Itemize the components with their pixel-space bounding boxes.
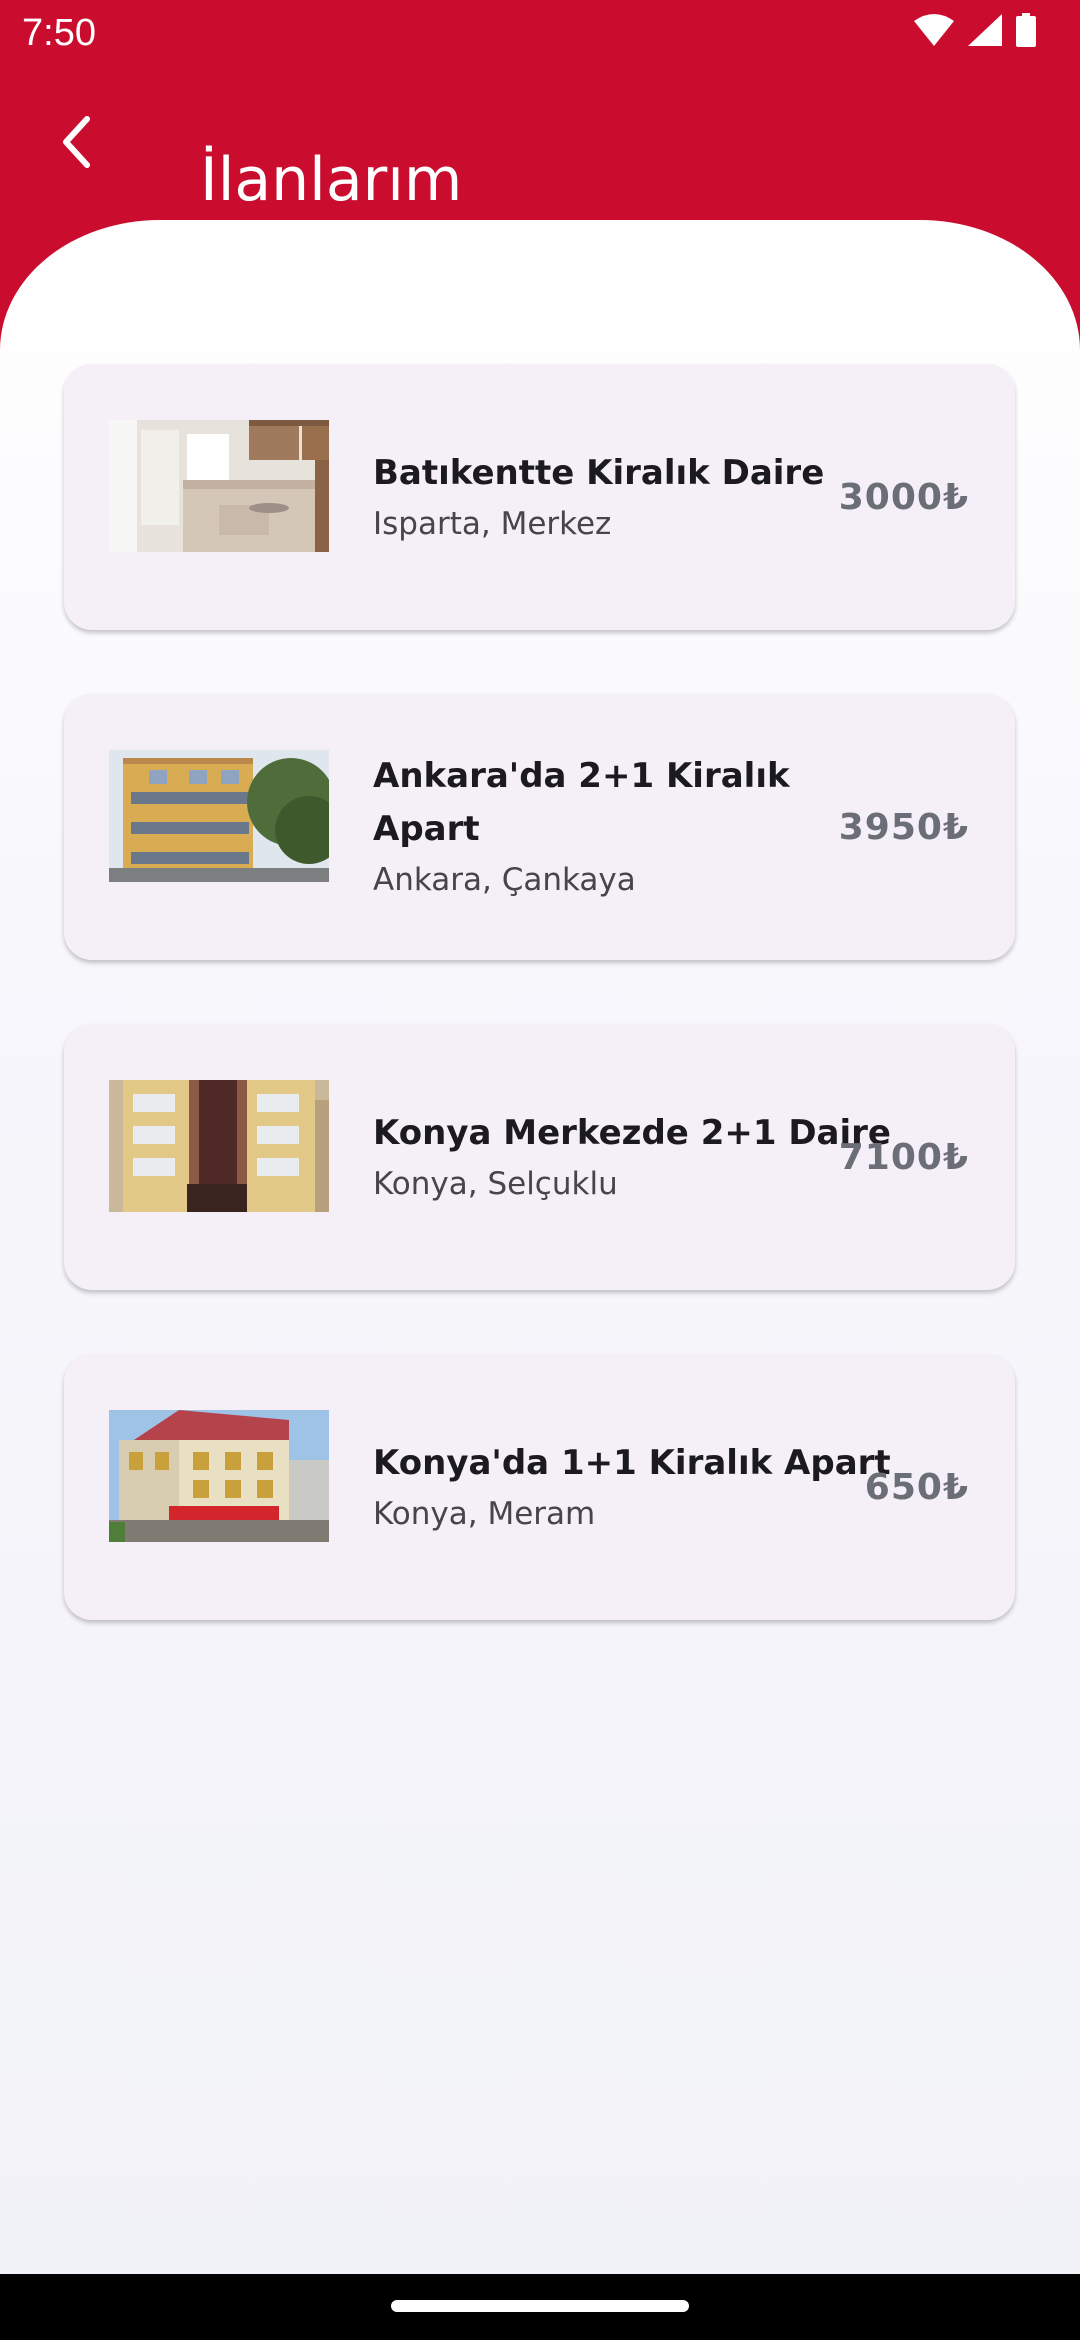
listing-photo — [109, 1410, 329, 1542]
signal-icon — [968, 14, 1002, 50]
back-arrow-icon — [63, 116, 90, 168]
page-title: İlanlarım — [200, 145, 463, 216]
system-nav-bar — [0, 2274, 1080, 2340]
listing-title: Batıkentte Kiralık Daire — [373, 452, 825, 493]
listing-info: Batıkentte Kiralık Daire Isparta, Merkez — [373, 364, 893, 630]
status-icons — [900, 13, 1036, 51]
listing-title: Konya Merkezde 2+1 Daire — [373, 1112, 891, 1153]
wifi-icon — [914, 14, 954, 50]
listing-price: 3950₺ — [838, 806, 969, 848]
listing-price: 7100₺ — [838, 1136, 969, 1178]
listing-photo — [109, 420, 329, 552]
app-bar: İlanlarım — [0, 66, 1080, 216]
listing-card[interactable]: Konya'da 1+1 Kiralık Apart Konya, Meram … — [64, 1354, 1015, 1620]
listing-title: Konya'da 1+1 Kiralık Apart — [373, 1442, 891, 1483]
listing-title: Ankara'da 2+1 Kiralık Apart — [373, 756, 790, 849]
listing-info: Ankara'da 2+1 Kiralık Apart Ankara, Çank… — [373, 694, 893, 960]
battery-icon — [1016, 13, 1036, 51]
status-bar: 7:50 — [0, 0, 1080, 66]
listing-list: Batıkentte Kiralık Daire Isparta, Merkez… — [64, 364, 1015, 1684]
listing-card[interactable]: Batıkentte Kiralık Daire Isparta, Merkez… — [64, 364, 1015, 630]
listing-info: Konya Merkezde 2+1 Daire Konya, Selçuklu — [373, 1024, 893, 1290]
listing-location: Ankara, Çankaya — [373, 862, 636, 898]
back-button[interactable] — [44, 110, 108, 174]
listing-location: Konya, Selçuklu — [373, 1165, 618, 1202]
listing-photo — [109, 750, 329, 882]
listing-photo — [109, 1080, 329, 1212]
listing-location: Isparta, Merkez — [373, 505, 612, 542]
home-indicator[interactable] — [391, 2300, 689, 2312]
listing-price: 650₺ — [864, 1466, 969, 1508]
listing-card[interactable]: Konya Merkezde 2+1 Daire Konya, Selçuklu… — [64, 1024, 1015, 1290]
listing-location: Konya, Meram — [373, 1495, 596, 1532]
listing-card[interactable]: Ankara'da 2+1 Kiralık Apart Ankara, Çank… — [64, 694, 1015, 960]
listing-price: 3000₺ — [838, 476, 969, 518]
listing-info: Konya'da 1+1 Kiralık Apart Konya, Meram — [373, 1354, 893, 1620]
status-time: 7:50 — [22, 12, 96, 54]
screen: 7:50 İlanlarım Batıkentte Kiralık Daire … — [0, 0, 1080, 2340]
